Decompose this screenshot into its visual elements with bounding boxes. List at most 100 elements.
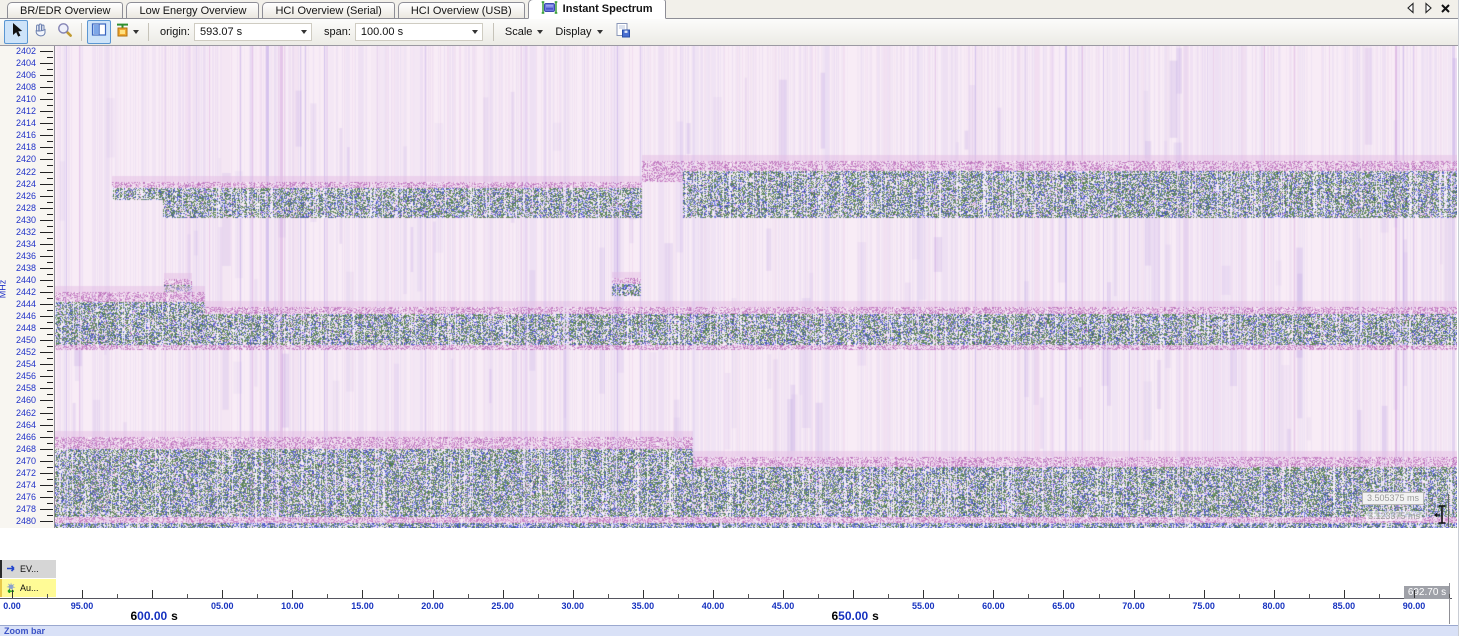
frequency-tick-label: 2406 [8, 70, 36, 80]
timeline-tick [362, 590, 363, 598]
frequency-tick-label: 2448 [8, 323, 36, 333]
scale-menu-button[interactable]: Scale [499, 23, 550, 41]
spectrogram-canvas[interactable] [55, 46, 1457, 528]
timeline-tick-label: 95.00 [60, 601, 104, 611]
timeline-tick [1063, 590, 1064, 598]
tab-label: BR/EDR Overview [20, 5, 110, 17]
timeline-minor-tick [1449, 594, 1450, 598]
instant-spectrum-window: BR/EDR Overview Low Energy Overview HCI … [0, 0, 1459, 636]
magnifier-icon [57, 22, 72, 42]
chevron-down-icon [472, 30, 478, 34]
frequency-tick [40, 461, 53, 462]
marker-dropdown-button[interactable] [111, 20, 143, 44]
tab-hci-overview-usb[interactable]: HCI Overview (USB) [398, 2, 525, 18]
frequency-tick [47, 226, 53, 227]
timeline-minor-tick [1309, 594, 1310, 598]
frequency-tick-label: 2446 [8, 311, 36, 321]
zoom-bar-timeline[interactable]: 692.70 s 0.0095.00600.00s05.0010.0015.00… [0, 583, 1459, 625]
frequency-tick-label: 2408 [8, 82, 36, 92]
timeline-tick-label: 15.00 [340, 601, 384, 611]
timeline-tick [503, 590, 504, 598]
frequency-tick [40, 184, 53, 185]
frequency-tick [40, 449, 53, 450]
chevron-down-icon [133, 30, 139, 34]
marker-icon [115, 22, 131, 42]
timeline-tick [713, 590, 714, 598]
timeline-minor-tick [958, 594, 959, 598]
hand-icon [33, 22, 48, 42]
frequency-tick [40, 123, 53, 124]
tab-bredr-overview[interactable]: BR/EDR Overview [7, 2, 123, 18]
frequency-tick [40, 437, 53, 438]
timeline-minor-tick [888, 594, 889, 598]
toolbar-separator [148, 23, 149, 41]
timeline-minor-tick [538, 594, 539, 598]
close-icon[interactable] [1440, 3, 1451, 14]
frequency-tick [47, 93, 53, 94]
display-menu-button[interactable]: Display [549, 23, 608, 41]
timeline-tick-label: 10.00 [270, 601, 314, 611]
frequency-tick-label: 2416 [8, 130, 36, 140]
chevron-down-icon [597, 30, 603, 34]
timeline-minor-tick [1169, 594, 1170, 598]
span-value: 100.00 s [361, 26, 403, 38]
frequency-tick [47, 370, 53, 371]
frequency-tick [40, 280, 53, 281]
frequency-tick-label: 2440 [8, 275, 36, 285]
frequency-tick [47, 202, 53, 203]
pan-tool-button[interactable] [28, 20, 52, 44]
frequency-tick-label: 2438 [8, 263, 36, 273]
timeline-minor-tick [47, 594, 48, 598]
zoom-tool-button[interactable] [52, 20, 76, 44]
frequency-tick [47, 491, 53, 492]
timeline-minor-tick [1379, 594, 1380, 598]
tab-scroll-left-button[interactable] [1406, 2, 1416, 14]
frequency-tick-label: 2458 [8, 383, 36, 393]
frequency-tick [40, 111, 53, 112]
frequency-tick [40, 256, 53, 257]
duration-tooltip: 3.505375 ms [1362, 492, 1424, 505]
frequency-tick-label: 2428 [8, 203, 36, 213]
tab-hci-overview-serial[interactable]: HCI Overview (Serial) [262, 2, 394, 18]
frequency-tick [47, 358, 53, 359]
timeline-tick-label: 75.00 [1182, 601, 1226, 611]
frequency-tick [47, 479, 53, 480]
timeline-tick-label: 70.00 [1112, 601, 1156, 611]
frequency-tick [40, 51, 53, 52]
tab-instant-spectrum[interactable]: Instant Spectrum [528, 0, 666, 19]
frequency-tick-label: 2444 [8, 299, 36, 309]
frequency-tick [47, 214, 53, 215]
zoom-bar-row-ev[interactable]: EV... [0, 560, 56, 578]
frequency-tick [40, 87, 53, 88]
timeline-tick [433, 590, 434, 598]
frequency-tick [47, 334, 53, 335]
scale-menu-label: Scale [505, 26, 533, 38]
select-tool-button[interactable] [4, 20, 28, 44]
timeline-minor-tick [678, 594, 679, 598]
split-panes-button[interactable] [87, 20, 111, 44]
frequency-tick [40, 425, 53, 426]
frequency-tick [47, 274, 53, 275]
tab-bar: BR/EDR Overview Low Energy Overview HCI … [0, 0, 1458, 19]
span-combobox[interactable]: 100.00 s [355, 23, 483, 41]
frequency-tick [47, 141, 53, 142]
frequency-tick [47, 165, 53, 166]
timeline-tick [82, 590, 83, 598]
origin-value: 593.07 s [200, 26, 242, 38]
origin-label: origin: [160, 26, 190, 38]
frequency-tick-label: 2410 [8, 94, 36, 104]
measurement-cursor-icon [1434, 505, 1449, 530]
status-bar: Zoom bar [0, 625, 1459, 636]
save-image-button[interactable] [611, 20, 635, 44]
tab-scroll-right-button[interactable] [1423, 2, 1433, 14]
frequency-tick [47, 310, 53, 311]
frequency-tick [40, 485, 53, 486]
arrow-cursor-icon [9, 22, 24, 43]
origin-combobox[interactable]: 593.07 s [194, 23, 312, 41]
timeline-tick [1204, 590, 1205, 598]
frequency-tick [40, 316, 53, 317]
tab-low-energy-overview[interactable]: Low Energy Overview [126, 2, 259, 18]
capture-end-tick [1449, 583, 1450, 624]
tab-navigation [1406, 2, 1451, 14]
frequency-tick [40, 328, 53, 329]
